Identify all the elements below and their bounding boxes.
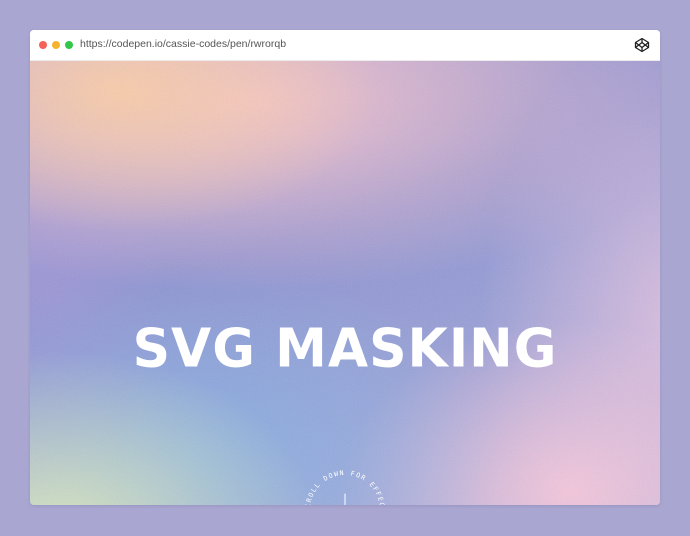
scroll-hint: SCROLL DOWN FOR EFFECT bbox=[300, 456, 386, 505]
maximize-window-button[interactable] bbox=[65, 41, 73, 49]
grain-texture bbox=[30, 61, 660, 505]
svg-text:SCROLL DOWN FOR EFFECT: SCROLL DOWN FOR EFFECT bbox=[300, 456, 386, 505]
browser-window: https://codepen.io/cassie-codes/pen/rwro… bbox=[30, 30, 660, 505]
address-bar-url[interactable]: https://codepen.io/cassie-codes/pen/rwro… bbox=[80, 38, 286, 50]
close-window-button[interactable] bbox=[39, 41, 47, 49]
browser-titlebar: https://codepen.io/cassie-codes/pen/rwro… bbox=[30, 30, 660, 61]
scroll-hint-label: SCROLL DOWN FOR EFFECT bbox=[300, 456, 385, 505]
pen-preview-area[interactable]: SVG MASKING SCROLL DOWN FOR EFFECT bbox=[30, 61, 660, 505]
codepen-icon[interactable] bbox=[634, 37, 650, 53]
minimize-window-button[interactable] bbox=[52, 41, 60, 49]
headline: SVG MASKING bbox=[132, 318, 558, 380]
arrow-down-icon bbox=[344, 493, 346, 505]
